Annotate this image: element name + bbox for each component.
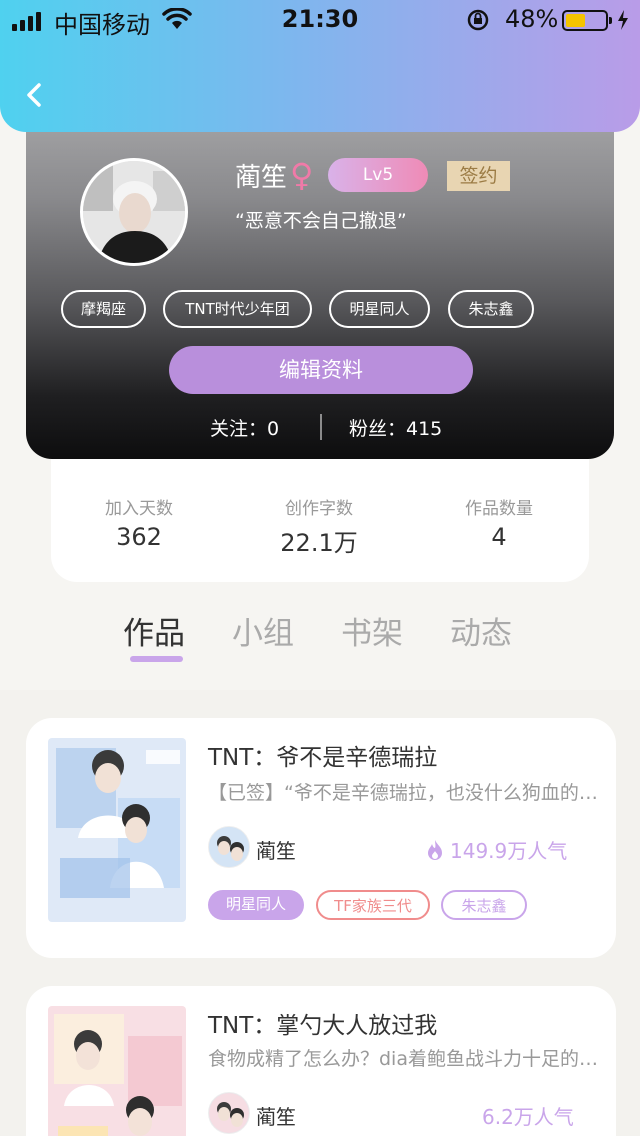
stat-word-count: 创作字数 22.1万 [249, 494, 389, 558]
battery-icon [562, 10, 612, 31]
work-cover-image[interactable] [48, 1006, 186, 1136]
header-bar: 中国移动 21:30 48% [0, 0, 640, 132]
work-title[interactable]: TNT：掌勺大人放过我 [208, 1006, 437, 1040]
stat-label: 加入天数 [105, 499, 173, 519]
work-tag[interactable]: TF家族三代 [316, 890, 430, 920]
female-icon: ♀ [290, 156, 314, 194]
stat-label: 作品数量 [465, 499, 533, 519]
chevron-left-icon[interactable] [20, 80, 50, 110]
battery-percent: 48% [505, 5, 559, 33]
followers-count[interactable]: 粉丝：415 [349, 414, 442, 441]
signed-badge: 签约 [447, 161, 510, 191]
divider [320, 414, 322, 440]
edit-profile-button[interactable]: 编辑资料 [169, 346, 473, 394]
popularity-text: 6.2万人气 [482, 1105, 574, 1129]
fire-icon [428, 839, 442, 860]
work-author[interactable]: 蔺笙 [256, 1101, 296, 1130]
profile-tag[interactable]: 朱志鑫 [448, 290, 534, 328]
following-count[interactable]: 关注：0 [210, 414, 279, 441]
stat-value: 362 [116, 523, 162, 551]
work-card[interactable]: TNT：掌勺大人放过我 食物成精了怎么办？dia着鲍鱼战斗力十足的小可爱 蔺笙 … [26, 986, 616, 1136]
stat-join-days: 加入天数 362 [69, 494, 209, 551]
level-badge: Lv5 [328, 158, 428, 192]
work-description: 【已签】“爷不是辛德瑞拉，也没什么狗血的后妈和姐姐” [208, 782, 598, 804]
work-tag[interactable]: 朱志鑫 [441, 890, 527, 920]
avatar[interactable] [80, 158, 188, 266]
stat-value: 4 [491, 523, 507, 551]
stat-label: 创作字数 [285, 499, 353, 519]
work-author[interactable]: 蔺笙 [256, 835, 296, 864]
profile-card: 蔺笙 ♀ Lv5 签约 “恶意不会自己撤退” 摩羯座 TNT时代少年团 明星同人… [26, 110, 614, 459]
author-avatar[interactable] [208, 1092, 250, 1134]
tab-activity[interactable]: 动态 [450, 608, 512, 653]
work-card[interactable]: TNT：爷不是辛德瑞拉 【已签】“爷不是辛德瑞拉，也没什么狗血的后妈和姐姐” 蔺… [26, 718, 616, 958]
active-tab-indicator [130, 656, 183, 662]
charging-icon [618, 10, 628, 30]
tab-works[interactable]: 作品 [123, 608, 185, 653]
profile-tag[interactable]: TNT时代少年团 [163, 290, 312, 328]
profile-tag[interactable]: 摩羯座 [61, 290, 146, 328]
tab-bar: 作品 小组 书架 动态 [0, 600, 640, 690]
rotation-lock-icon [467, 9, 489, 31]
work-popularity: 6.2万人气 [482, 1101, 574, 1130]
tab-groups[interactable]: 小组 [232, 608, 294, 653]
stat-value: 22.1万 [280, 529, 358, 557]
author-avatar[interactable] [208, 826, 250, 868]
work-description: 食物成精了怎么办？dia着鲍鱼战斗力十足的小可爱 [208, 1048, 598, 1070]
profile-tag[interactable]: 明星同人 [329, 290, 430, 328]
work-title[interactable]: TNT：爷不是辛德瑞拉 [208, 738, 437, 772]
stats-card: 加入天数 362 创作字数 22.1万 作品数量 4 [51, 440, 589, 582]
profile-tags: 摩羯座 TNT时代少年团 明星同人 朱志鑫 [61, 290, 591, 328]
tab-bookshelf[interactable]: 书架 [341, 608, 403, 653]
work-cover-image[interactable] [48, 738, 186, 922]
stat-work-count: 作品数量 4 [429, 494, 569, 551]
status-bar: 中国移动 21:30 48% [0, 0, 640, 40]
username: 蔺笙 [235, 163, 288, 193]
profile-motto: “恶意不会自己撤退” [235, 210, 407, 232]
work-tag[interactable]: 明星同人 [208, 890, 304, 920]
work-popularity: 149.9万人气 [426, 835, 567, 864]
popularity-text: 149.9万人气 [450, 839, 568, 863]
